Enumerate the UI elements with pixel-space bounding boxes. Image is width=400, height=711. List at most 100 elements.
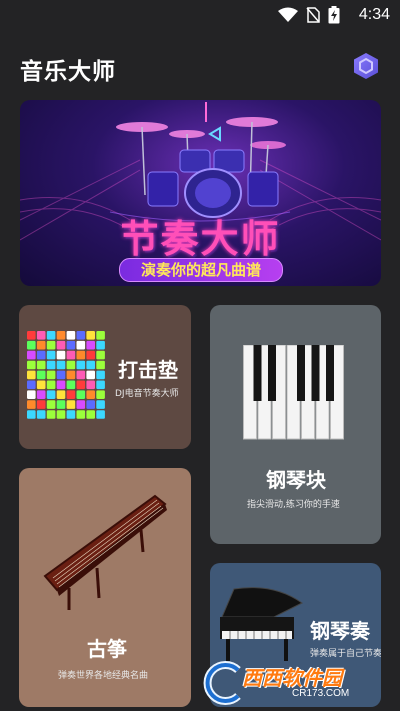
pad-button: [96, 390, 105, 399]
status-bar: 4:34: [0, 0, 400, 34]
pad-button: [66, 380, 76, 390]
pad-button: [96, 340, 105, 350]
banner-title: 节奏大师: [120, 217, 281, 261]
pad-button: [86, 340, 95, 350]
pad-button: [86, 410, 95, 419]
pad-button: [66, 410, 76, 419]
pad-button: [36, 370, 46, 380]
pad-button: [76, 340, 86, 350]
pad-button: [36, 410, 46, 419]
rhythm-master-banner[interactable]: 节奏大师 演奏你的超凡曲谱: [20, 100, 381, 286]
watermark-url: CR173.COM: [292, 688, 350, 699]
guzheng-card[interactable]: 古筝 弹奏世界各地经典名曲: [19, 468, 191, 707]
pad-button: [66, 340, 76, 350]
pad-button: [56, 370, 66, 380]
wifi-icon: [278, 7, 298, 22]
pad-button: [46, 410, 56, 419]
pad-button: [66, 390, 76, 399]
pad-button: [36, 340, 46, 350]
piano-play-title: 钢琴奏: [310, 619, 370, 643]
pad-button: [76, 380, 86, 390]
pad-button: [76, 410, 86, 419]
pad-button: [46, 340, 56, 350]
status-icons: [278, 6, 340, 24]
pad-button: [27, 360, 36, 370]
battery-charging-icon: [328, 6, 340, 24]
grand-piano-icon: [220, 587, 303, 661]
guzheng-icon: [43, 494, 167, 610]
pad-button: [36, 380, 46, 390]
launchpad-grid-icon: [27, 331, 105, 419]
hexagon-settings-icon[interactable]: [352, 52, 380, 80]
pad-button: [36, 400, 46, 409]
pad-button: [86, 400, 95, 409]
pad-button: [27, 331, 36, 340]
pad-button: [27, 340, 36, 350]
black-key: [268, 345, 276, 401]
pad-button: [46, 380, 56, 390]
pad-button: [86, 350, 95, 360]
pad-button: [56, 380, 66, 390]
black-key: [326, 345, 334, 401]
pad-button: [46, 331, 56, 340]
banner-subtitle: 演奏你的超凡曲谱: [140, 261, 261, 279]
drum-pad-card[interactable]: 打击垫 DJ电音节奏大师: [19, 305, 191, 449]
pad-button: [86, 360, 95, 370]
pad-button: [66, 350, 76, 360]
watermark-c-logo-icon: [203, 661, 241, 705]
pad-button: [66, 400, 76, 409]
pad-button: [86, 331, 95, 340]
pad-button: [56, 390, 66, 399]
banner-subtitle-pill: 演奏你的超凡曲谱: [119, 258, 283, 282]
pad-button: [96, 410, 105, 419]
piano-keys-icon: [243, 345, 344, 440]
black-key: [253, 345, 262, 401]
no-sim-icon: [306, 7, 320, 23]
pad-button: [46, 390, 56, 399]
piano-tiles-title: 钢琴块: [266, 468, 326, 492]
pad-button: [36, 350, 46, 360]
pad-button: [27, 370, 36, 380]
pad-button: [86, 390, 95, 399]
pad-button: [66, 360, 76, 370]
watermark-brand: 西西软件园: [242, 666, 342, 690]
pad-button: [46, 360, 56, 370]
pad-button: [46, 350, 56, 360]
pad-button: [36, 331, 46, 340]
watermark-logo: 西西软件园 CR173.COM: [200, 660, 390, 706]
pad-button: [56, 410, 66, 419]
pad-button: [76, 350, 86, 360]
pad-button: [36, 360, 46, 370]
piano-play-subtitle: 弹奏属于自己节奏: [310, 649, 381, 659]
piano-tiles-subtitle: 指尖滑动,练习你的手速: [247, 500, 340, 510]
pad-button: [46, 400, 56, 409]
pad-button: [96, 380, 105, 390]
pad-button: [27, 410, 36, 419]
pad-button: [96, 400, 105, 409]
pad-button: [46, 370, 56, 380]
pad-button: [76, 360, 86, 370]
pad-button: [76, 400, 86, 409]
pad-button: [56, 350, 66, 360]
pad-button: [56, 360, 66, 370]
pad-button: [66, 370, 76, 380]
pad-button: [86, 380, 95, 390]
pad-button: [27, 380, 36, 390]
pad-button: [86, 370, 95, 380]
piano-tiles-card[interactable]: 钢琴块 指尖滑动,练习你的手速: [210, 305, 381, 544]
pad-button: [76, 390, 86, 399]
drum-pad-title: 打击垫: [118, 358, 178, 382]
black-key: [297, 345, 305, 401]
pad-button: [96, 360, 105, 370]
status-time: 4:34: [358, 6, 390, 23]
pad-button: [56, 400, 66, 409]
page-title: 音乐大师: [20, 59, 116, 85]
pad-button: [36, 390, 46, 399]
pad-button: [66, 331, 76, 340]
pad-button: [27, 390, 36, 399]
drum-pad-subtitle: DJ电音节奏大师: [115, 389, 179, 399]
guzheng-subtitle: 弹奏世界各地经典名曲: [58, 671, 149, 681]
pad-button: [27, 350, 36, 360]
pad-button: [96, 331, 105, 340]
pad-button: [96, 370, 105, 380]
